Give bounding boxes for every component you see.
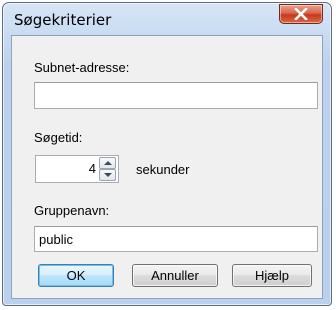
subnet-address-label: Subnet-adresse:	[34, 60, 130, 75]
search-time-value[interactable]: 4	[36, 156, 98, 182]
group-name-input[interactable]	[34, 226, 318, 252]
cancel-button[interactable]: Annuller	[132, 264, 218, 287]
subnet-address-input[interactable]	[34, 82, 318, 109]
window-title: Søgekriterier	[14, 11, 112, 29]
ok-button[interactable]: OK	[38, 264, 114, 287]
spin-up-button[interactable]	[99, 157, 116, 169]
search-time-unit: sekunder	[136, 162, 190, 177]
help-button[interactable]: Hjælp	[232, 264, 312, 287]
spin-down-button[interactable]	[99, 169, 116, 181]
search-time-label: Søgetid:	[34, 130, 83, 145]
dialog-content: Subnet-adresse: Søgetid: 4 sekunder Grup…	[11, 35, 323, 299]
group-name-label: Gruppenavn:	[34, 203, 110, 218]
close-icon	[294, 8, 308, 20]
close-button[interactable]	[279, 4, 323, 24]
arrow-down-icon	[103, 173, 112, 177]
search-criteria-dialog: Søgekriterier Subnet-adresse: Søgetid: 4…	[2, 2, 332, 306]
search-time-spinner[interactable]: 4	[35, 155, 119, 183]
title-bar[interactable]: Søgekriterier	[3, 3, 331, 35]
arrow-up-icon	[103, 161, 112, 165]
